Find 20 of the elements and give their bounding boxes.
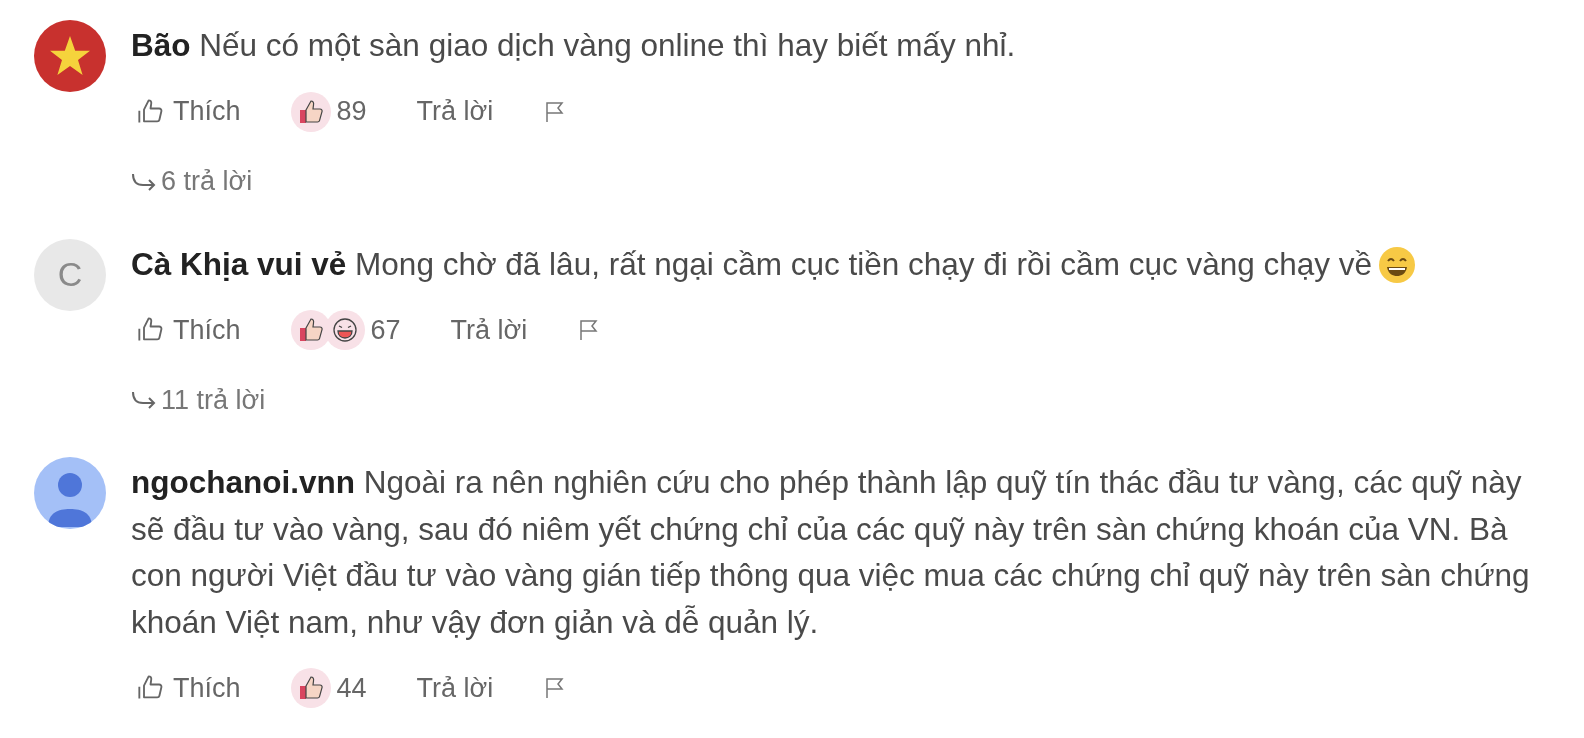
reaction-count: 89 bbox=[336, 96, 367, 127]
reply-button[interactable]: Trả lời bbox=[416, 96, 494, 127]
avatar-letter: C bbox=[57, 255, 83, 294]
like-button[interactable]: Thích bbox=[131, 314, 241, 346]
like-button[interactable]: Thích bbox=[131, 96, 241, 127]
reply-arrow-icon bbox=[131, 389, 157, 411]
reply-button[interactable]: Trả lời bbox=[450, 314, 528, 346]
thumbs-up-icon bbox=[137, 316, 165, 344]
comment-text: Cà Khịa vui vẻ Mong chờ đã lâu, rất ngại cầm cục tiền chạy đi rồi cầm cục vàng chạy về bbox=[131, 240, 1541, 287]
reply-button[interactable]: Trả lời bbox=[416, 672, 494, 704]
thumbs-up-icon bbox=[137, 674, 165, 702]
laughing-face-icon bbox=[330, 316, 359, 344]
reaction-count: 67 bbox=[370, 314, 401, 346]
comment-text: Bão Nếu có một sàn giao dịch vàng online thì hay biết mấy nhỉ. bbox=[131, 26, 1017, 65]
thumbs-up-icon bbox=[137, 97, 165, 126]
view-replies-link[interactable]: 6 trả lời bbox=[131, 158, 253, 205]
view-replies-link[interactable]: 11 trả lời bbox=[131, 377, 266, 423]
like-button[interactable]: Thích bbox=[131, 672, 241, 704]
reaction-count: 44 bbox=[336, 672, 367, 704]
comment-text: ngochanoi.vnn Ngoài ra nên nghiên cứu cho phép thành lập quỹ tín thác đầu tư vàng, các quỹ này sẽ đầu tư vào vàng, sau đó niêm yết chứng chỉ của các quỹ này trên sàn chứng khoán của VN. Bà con người Việt đầu tư vào vàng gián tiếp thông qua việc mua các chứng chỉ quỹ này trên sàn chứng khoán Việt nam, như vậy đơn giản và dễ quản lý. bbox=[131, 463, 1531, 642]
